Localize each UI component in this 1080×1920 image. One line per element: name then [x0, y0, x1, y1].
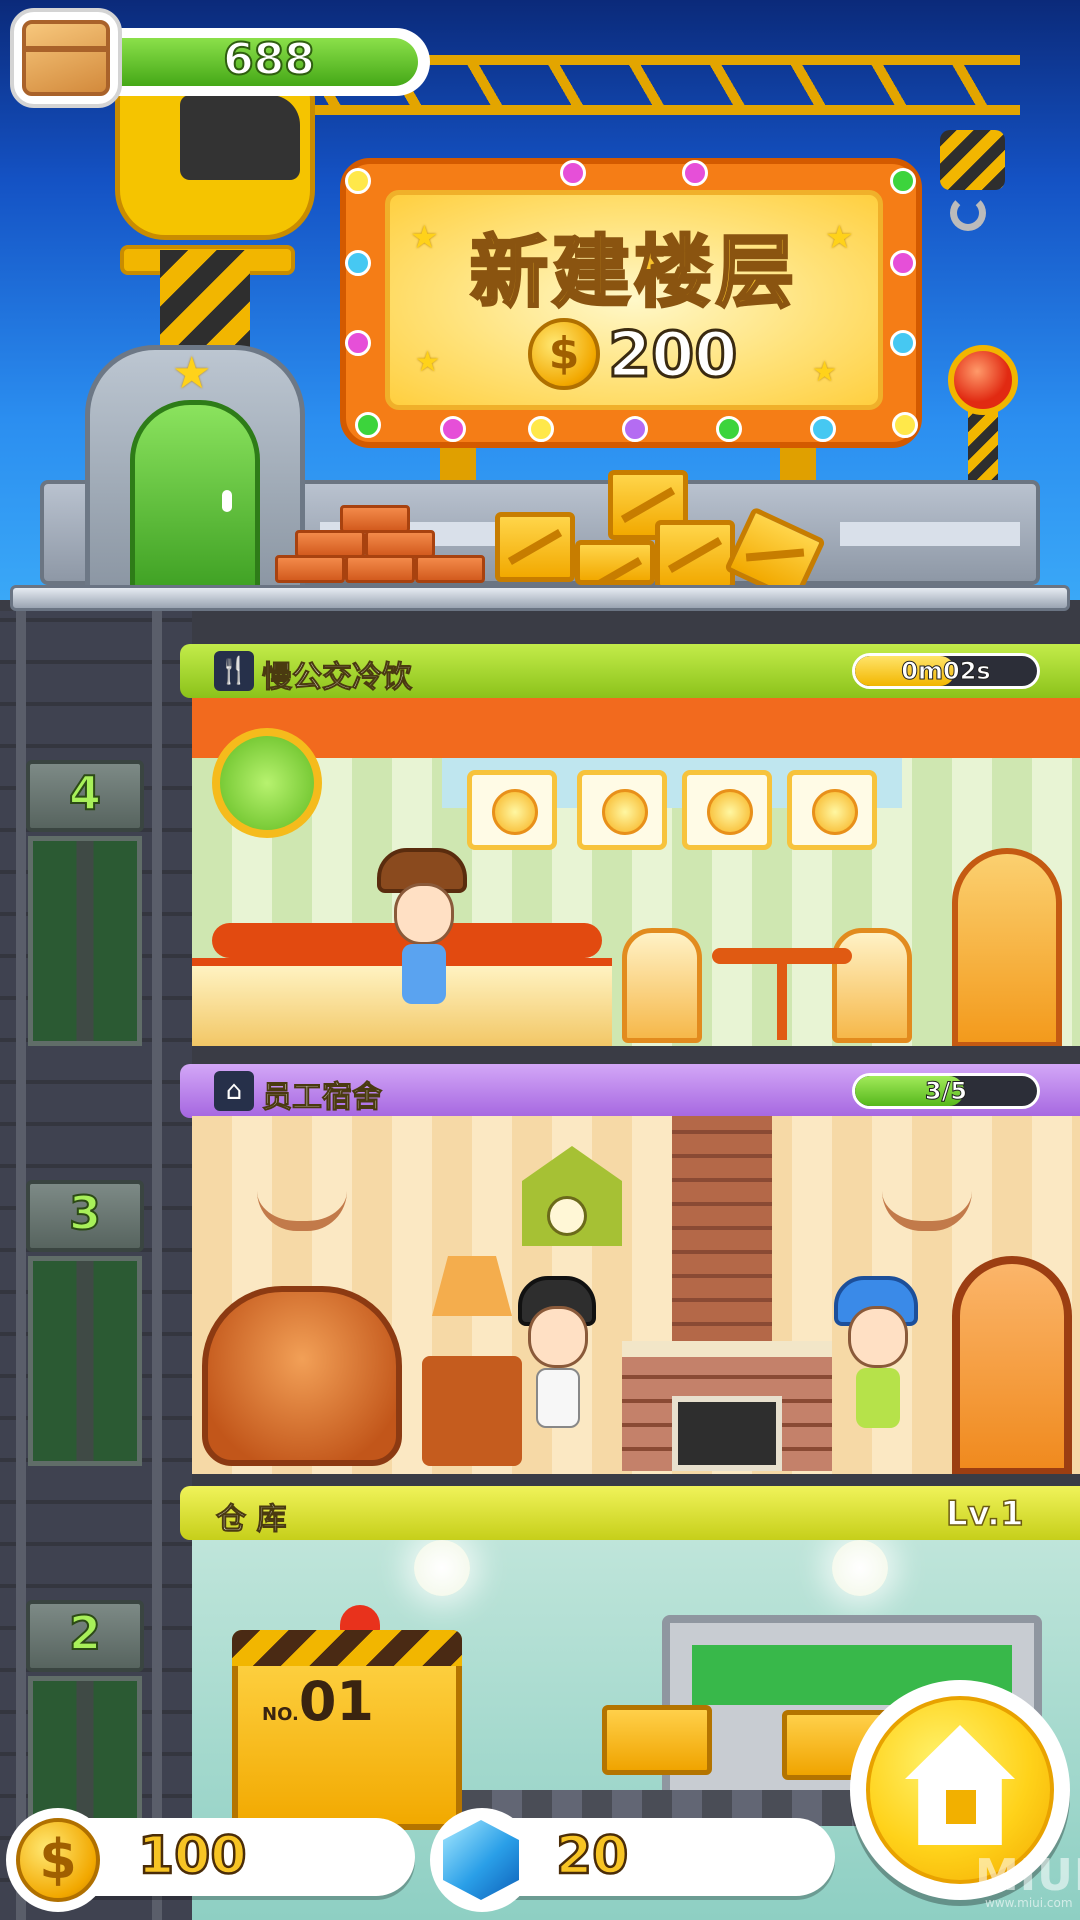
menu-card-icecream [682, 770, 772, 850]
sign-bulb-icon [890, 330, 916, 356]
warehouse-level: Lv.1 [945, 1493, 1024, 1535]
floor-title: 仓 库 [215, 1502, 287, 1538]
crate [495, 512, 575, 582]
elevator-door[interactable] [28, 1256, 142, 1466]
cafe-awning [192, 698, 1080, 758]
character-body [856, 1368, 900, 1428]
miui-watermark-url: www.miui.com [985, 1896, 1073, 1910]
cargo-box [602, 1705, 712, 1775]
roof-ledge [10, 585, 1070, 611]
floor-number: 2 [68, 1605, 102, 1661]
build-floor-title: 新建楼层 [468, 227, 798, 320]
crate [575, 540, 655, 585]
sign-bulb-icon [345, 330, 371, 356]
elevator-rail [16, 611, 26, 1920]
floor-number: 3 [68, 1185, 102, 1241]
star-icon: ★ [415, 345, 441, 378]
wall-stripe [840, 522, 1020, 546]
dorm-door [952, 1256, 1072, 1474]
character-head [394, 883, 454, 945]
sign-bulb-icon [892, 412, 918, 438]
sign-bulb-icon [440, 416, 466, 442]
box-counter-value: 688 [222, 33, 316, 86]
gem-count: 20 [555, 1825, 630, 1888]
sign-bulb-icon [560, 160, 586, 186]
box-icon [22, 20, 110, 96]
menu-card-juice [577, 770, 667, 850]
shed-door [130, 400, 260, 600]
elevator-door[interactable] [28, 836, 142, 1046]
sign-bulb-icon [528, 416, 554, 442]
coin-count: 100 [137, 1825, 248, 1888]
cold-drink-icon [212, 728, 322, 838]
occupancy-text: 3/5 [924, 1077, 968, 1106]
cafe-chair [622, 928, 702, 1043]
home-icon-door [946, 1790, 976, 1824]
sign-bulb-icon [890, 250, 916, 276]
chimney [672, 1116, 772, 1346]
character-body [402, 944, 446, 1004]
elevator-rail [152, 611, 162, 1920]
miui-watermark: MIUI [975, 1850, 1080, 1901]
wall-sconce [257, 1161, 347, 1231]
table-lamp [432, 1256, 512, 1316]
character-head [848, 1306, 908, 1368]
floor-title: 慢公交冷饮 [262, 660, 413, 696]
sign-bulb-icon [682, 160, 708, 186]
timer-bar: 0m02s [852, 653, 1040, 689]
alarm-light-icon [948, 345, 1018, 415]
sign-bulb-icon [622, 416, 648, 442]
cafe-chair [832, 928, 912, 1043]
crate [655, 520, 735, 590]
floor-header-warehouse[interactable] [180, 1486, 1080, 1540]
occupancy-bar: 3/5 [852, 1073, 1040, 1109]
sign-bulb-icon [355, 412, 381, 438]
ceiling-light [414, 1540, 470, 1596]
floor-title: 员工宿舍 [262, 1080, 383, 1116]
character-body [536, 1368, 580, 1428]
sign-bulb-icon [890, 168, 916, 194]
clock-face-icon [547, 1196, 587, 1236]
timer-text: 0m02s [901, 657, 991, 686]
menu-card-lemon [467, 770, 557, 850]
crane-mast [160, 250, 250, 360]
cargo-stripes [232, 1630, 462, 1666]
character-head [528, 1306, 588, 1368]
armchair [202, 1286, 402, 1466]
brick [415, 555, 485, 583]
house-icon: ⌂ [214, 1071, 254, 1111]
fireplace-opening [672, 1396, 782, 1471]
brick [365, 530, 435, 558]
siren-icon [340, 1605, 380, 1633]
ceiling-light [832, 1540, 888, 1596]
sign-bulb-icon [345, 250, 371, 276]
brick [295, 530, 365, 558]
brick [345, 555, 415, 583]
sign-bulb-icon [716, 416, 742, 442]
crane-hook-icon [950, 195, 986, 231]
build-floor-price: 200 [606, 317, 738, 393]
shed-door-knob [222, 490, 232, 512]
star-icon: ★ [812, 355, 838, 388]
crane-hook-block [940, 130, 1005, 190]
fork-knife-icon: 🍴 [214, 651, 254, 691]
room-dormitory[interactable] [192, 1116, 1080, 1474]
brick [275, 555, 345, 583]
sign-bulb-icon [810, 416, 836, 442]
cargo-number: NO.01 [262, 1670, 374, 1733]
menu-card-orange [787, 770, 877, 850]
brick [340, 505, 410, 533]
cafe-table-leg [777, 960, 787, 1040]
wall-sconce [882, 1161, 972, 1231]
sign-bulb-icon [345, 168, 371, 194]
coin-icon: $ [528, 318, 600, 390]
crane-window [180, 95, 300, 180]
room-cafe[interactable] [192, 698, 1080, 1046]
cafe-door [952, 848, 1062, 1046]
floor-number: 4 [68, 765, 102, 821]
side-table [422, 1356, 522, 1466]
coin-icon: $ [16, 1818, 100, 1902]
star-icon: ★ [172, 348, 212, 399]
